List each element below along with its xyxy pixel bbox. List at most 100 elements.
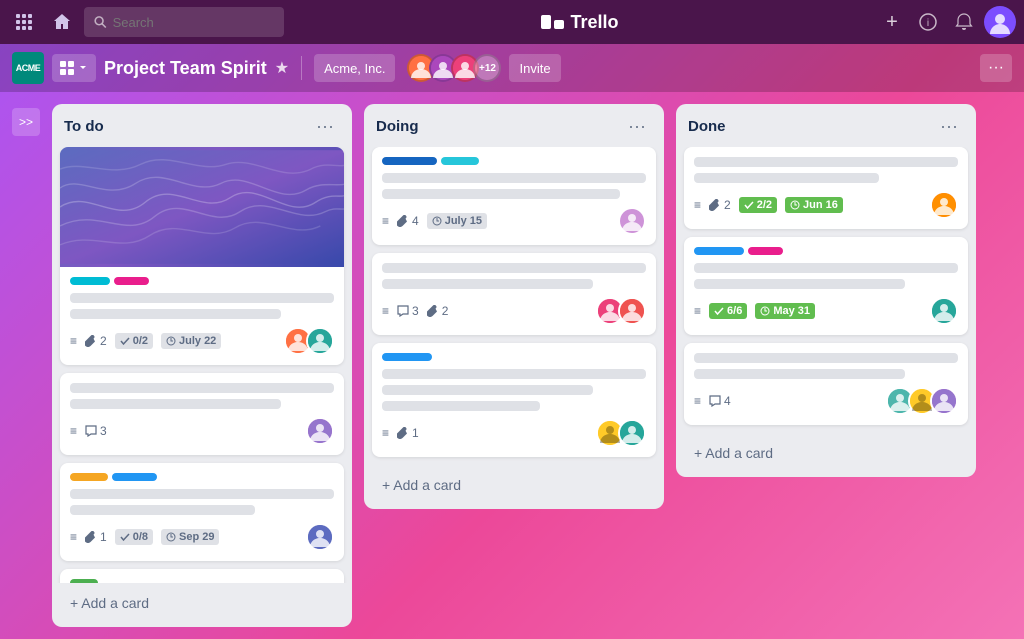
checklist-badge-done: 2/2 bbox=[739, 197, 777, 213]
card-todo-4[interactable] bbox=[60, 569, 344, 583]
checklist-badge-done: 6/6 bbox=[709, 303, 747, 319]
attachment-count: 2 bbox=[709, 198, 731, 212]
card-avatars bbox=[624, 207, 646, 235]
attachment-count: 1 bbox=[397, 426, 419, 440]
label-blue bbox=[694, 247, 744, 255]
user-avatar[interactable] bbox=[984, 6, 1016, 38]
sidebar-toggle-icon: >> bbox=[19, 115, 33, 129]
card-avatar-1 bbox=[306, 523, 334, 551]
card-done-3[interactable]: ≡ 4 bbox=[684, 343, 968, 425]
home-button[interactable] bbox=[46, 6, 78, 38]
date-badge-done: May 31 bbox=[755, 303, 815, 319]
workspace-logo: ACME bbox=[12, 52, 44, 84]
star-button[interactable]: ★ bbox=[275, 58, 289, 78]
date-badge: July 15 bbox=[427, 213, 487, 229]
attachment-count: 2 bbox=[427, 304, 449, 318]
search-input[interactable] bbox=[113, 15, 274, 30]
board-view-button[interactable] bbox=[52, 54, 96, 82]
card-text-1 bbox=[382, 263, 646, 273]
card-text-1 bbox=[694, 263, 958, 273]
card-avatars bbox=[312, 417, 334, 445]
card-avatars bbox=[602, 297, 646, 325]
list-icon: ≡ bbox=[382, 214, 389, 228]
invite-button[interactable]: Invite bbox=[509, 54, 560, 82]
card-doing-1[interactable]: ≡ 4 July 15 bbox=[372, 147, 656, 245]
card-avatar-1 bbox=[930, 297, 958, 325]
trello-logo-icon bbox=[541, 15, 564, 29]
card-avatars bbox=[312, 523, 334, 551]
notifications-button[interactable] bbox=[948, 6, 980, 38]
board-header: ACME Project Team Spirit ★ Acme, Inc. +1… bbox=[0, 44, 1024, 92]
add-card-button-done[interactable]: + Add a card bbox=[684, 437, 968, 469]
card-text-1 bbox=[382, 369, 646, 379]
column-todo-menu-button[interactable]: ··· bbox=[310, 114, 340, 139]
member-count-badge[interactable]: +12 bbox=[473, 54, 501, 82]
workspace-button[interactable]: Acme, Inc. bbox=[314, 54, 395, 82]
list-icon: ≡ bbox=[694, 198, 701, 212]
card-text-2 bbox=[70, 309, 281, 319]
card-avatar-3 bbox=[930, 387, 958, 415]
attachment-count: 1 bbox=[85, 530, 107, 544]
card-avatars bbox=[936, 191, 958, 219]
column-done: Done ··· ≡ 2 2/2 bbox=[676, 104, 976, 477]
card-text-3 bbox=[382, 401, 540, 411]
card-labels bbox=[694, 247, 958, 255]
grid-menu-button[interactable] bbox=[8, 6, 40, 38]
label-yellow bbox=[70, 473, 108, 481]
more-options-button[interactable]: ··· bbox=[980, 54, 1012, 82]
info-button[interactable]: i bbox=[912, 6, 944, 38]
card-text-2 bbox=[70, 399, 281, 409]
card-doing-2[interactable]: ≡ 3 2 bbox=[372, 253, 656, 335]
card-doing-3[interactable]: ≡ 1 bbox=[372, 343, 656, 457]
column-done-title: Done bbox=[688, 118, 726, 135]
card-avatars bbox=[290, 327, 334, 355]
svg-text:i: i bbox=[927, 18, 929, 29]
divider bbox=[301, 56, 302, 80]
card-done-1[interactable]: ≡ 2 2/2 Jun 16 bbox=[684, 147, 968, 229]
checklist-badge: 0/8 bbox=[115, 529, 153, 545]
column-todo-title: To do bbox=[64, 118, 104, 135]
column-todo-header: To do ··· bbox=[52, 104, 352, 147]
label-blue bbox=[112, 473, 157, 481]
list-icon: ≡ bbox=[694, 304, 701, 318]
comment-count: 4 bbox=[709, 394, 731, 408]
label-pink bbox=[114, 277, 149, 285]
card-todo-3[interactable]: ≡ 1 0/8 Sep 29 bbox=[60, 463, 344, 561]
board-title: Project Team Spirit bbox=[104, 58, 267, 79]
list-icon: ≡ bbox=[382, 426, 389, 440]
column-done-menu-button[interactable]: ··· bbox=[934, 114, 964, 139]
add-card-button-doing[interactable]: + Add a card bbox=[372, 469, 656, 501]
comment-count: 3 bbox=[397, 304, 419, 318]
add-card-button-todo[interactable]: + Add a card bbox=[60, 587, 344, 619]
nav-right-actions: + i bbox=[876, 6, 1016, 38]
card-done-2[interactable]: ≡ 6/6 May 31 bbox=[684, 237, 968, 335]
card-labels bbox=[382, 157, 646, 165]
card-meta: ≡ 4 July 15 bbox=[382, 207, 646, 235]
column-doing-menu-button[interactable]: ··· bbox=[622, 114, 652, 139]
search-bar[interactable] bbox=[84, 7, 284, 37]
card-todo-1[interactable]: ≡ 2 0/2 July 22 bbox=[60, 147, 344, 365]
card-meta: ≡ 6/6 May 31 bbox=[694, 297, 958, 325]
card-labels bbox=[70, 579, 334, 583]
list-icon: ≡ bbox=[70, 530, 77, 544]
sidebar-toggle: >> bbox=[12, 104, 40, 136]
card-meta: ≡ 2 0/2 July 22 bbox=[70, 327, 334, 355]
app-logo: Trello bbox=[290, 12, 870, 33]
card-text-2 bbox=[70, 505, 255, 515]
add-button[interactable]: + bbox=[876, 6, 908, 38]
card-todo-2[interactable]: ≡ 3 bbox=[60, 373, 344, 455]
column-done-header: Done ··· bbox=[676, 104, 976, 147]
column-doing: Doing ··· ≡ 4 bbox=[364, 104, 664, 509]
label-indigo bbox=[382, 157, 437, 165]
app-name: Trello bbox=[570, 12, 618, 33]
card-labels bbox=[382, 353, 646, 361]
card-avatar-1 bbox=[306, 417, 334, 445]
card-avatar-2 bbox=[618, 419, 646, 447]
card-meta: ≡ 1 bbox=[382, 419, 646, 447]
list-icon: ≡ bbox=[382, 304, 389, 318]
board-content: >> To do ··· bbox=[0, 92, 1024, 639]
sidebar-toggle-button[interactable]: >> bbox=[12, 108, 40, 136]
logo-square-left bbox=[541, 15, 551, 29]
card-image bbox=[60, 147, 344, 267]
card-text-1 bbox=[70, 293, 334, 303]
